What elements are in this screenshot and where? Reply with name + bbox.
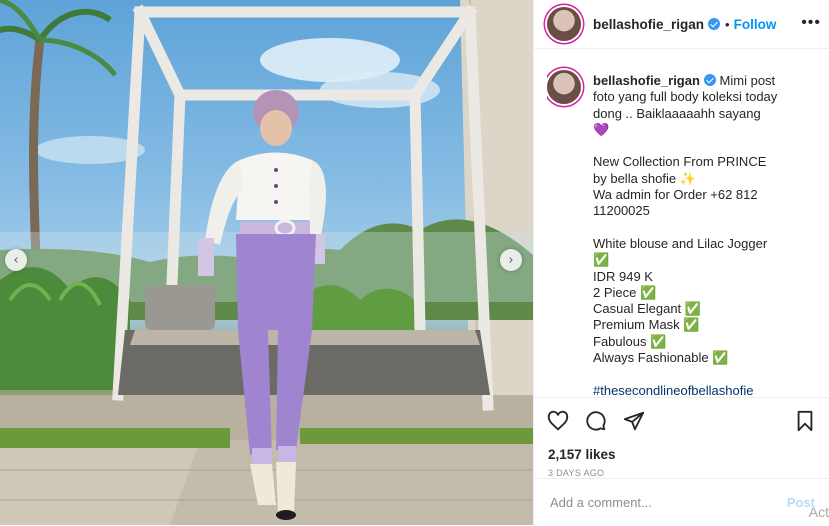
photo-illustration [0, 0, 533, 525]
comment-icon[interactable] [584, 409, 608, 433]
caption-verified-badge-icon [703, 74, 716, 86]
chevron-right-icon: › [508, 252, 514, 268]
next-photo-button[interactable]: › [500, 249, 522, 271]
post-date[interactable]: 3 DAYS AGO [534, 462, 829, 478]
post-header: bellashofie_rigan • Follow ••• [534, 0, 829, 49]
author-username[interactable]: bellashofie_rigan [593, 17, 704, 32]
previous-photo-button[interactable]: ‹ [5, 249, 27, 271]
heart-icon[interactable] [546, 409, 570, 433]
caption: bellashofie_rigan Mimi post foto yang fu… [547, 62, 819, 397]
caption-hashtags[interactable]: #thesecondlineofbellashofie #princebybel… [593, 383, 776, 397]
separator-dot: • [725, 16, 730, 32]
caption-body: Mimi post foto yang full body koleksi to… [593, 73, 778, 366]
caption-area: bellashofie_rigan Mimi post foto yang fu… [547, 62, 819, 397]
more-horizontal-icon[interactable]: ••• [801, 14, 821, 32]
avatar[interactable] [547, 7, 581, 41]
post-details-panel: bellashofie_rigan • Follow ••• bellashof… [533, 0, 829, 525]
action-buttons [534, 398, 829, 437]
actions-section: 2,157 likes 3 DAYS AGO Post Act [534, 397, 829, 526]
post-photo[interactable]: ‹ › [0, 0, 533, 525]
comment-input[interactable] [548, 494, 772, 511]
verified-badge-icon [708, 18, 721, 30]
instagram-post: ‹ › bellashofie_rigan • Follow ••• bella… [0, 0, 829, 525]
activation-watermark: Act [808, 504, 829, 520]
chevron-left-icon: ‹ [13, 252, 19, 268]
caption-text: bellashofie_rigan Mimi post foto yang fu… [593, 62, 779, 397]
share-icon[interactable] [622, 409, 646, 433]
likes-count[interactable]: 2,157 likes [534, 437, 829, 462]
bookmark-icon[interactable] [793, 409, 817, 433]
caption-username[interactable]: bellashofie_rigan [593, 73, 700, 88]
comment-box: Post Act [534, 478, 829, 526]
caption-avatar[interactable] [547, 70, 581, 104]
follow-button[interactable]: Follow [734, 17, 777, 32]
